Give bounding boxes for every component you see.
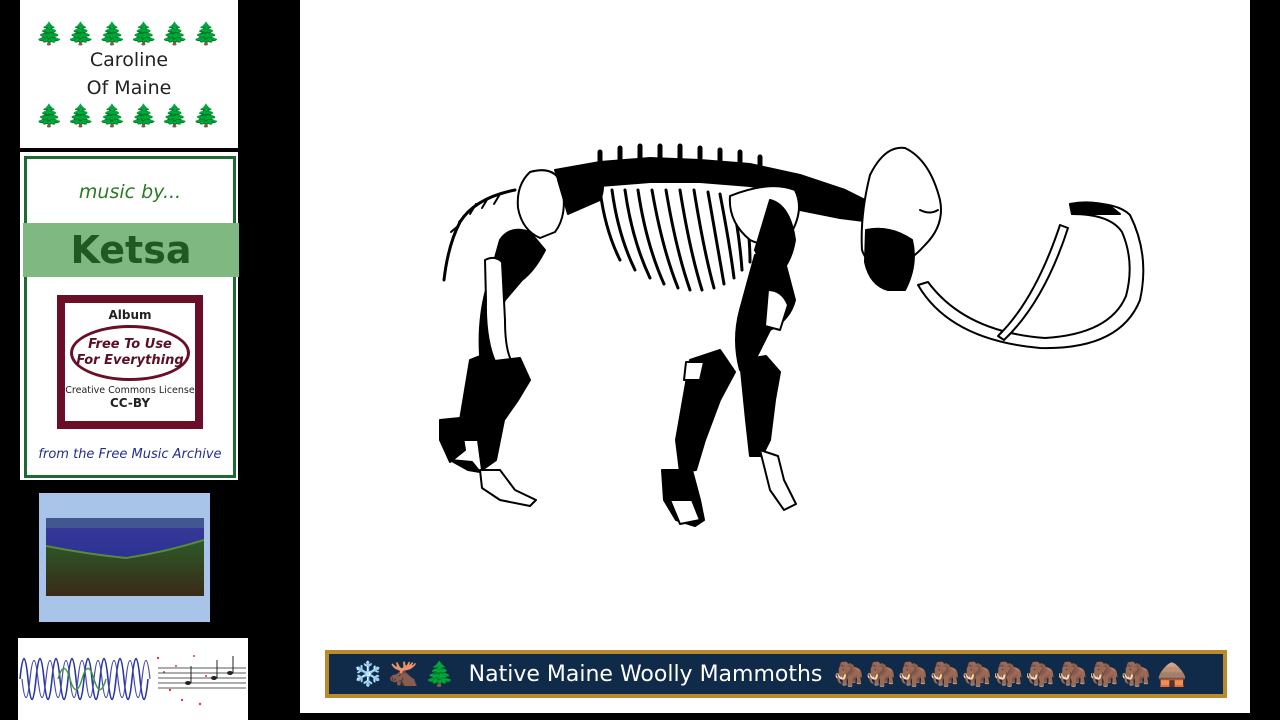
album-inner: Album Free To Use For Everything Creativ… xyxy=(65,303,195,421)
music-credit-card: music by... Ketsa Album Free To Use For … xyxy=(20,152,239,480)
caption-inner: ❄️ 🫎 🌲 Native Maine Woolly Mammoths 🦣 🦣 🦣 🦣… xyxy=(329,654,1223,694)
mammoth-icon: 🦣 xyxy=(1057,660,1088,688)
mammoth-icon: 🦣 xyxy=(961,660,992,688)
album-box: Album Free To Use For Everything Creativ… xyxy=(57,295,203,429)
license-code: CC-BY xyxy=(109,396,151,410)
evergreen-tree-icon: 🌲 xyxy=(98,104,128,129)
artist-band: Ketsa xyxy=(23,223,239,277)
evergreen-tree-icon: 🌲 xyxy=(130,104,160,129)
music-card-frame: music by... Ketsa Album Free To Use For … xyxy=(23,156,239,478)
title-line-1: Caroline xyxy=(89,49,169,71)
mammoth-icon: 🦣 xyxy=(1121,660,1152,688)
evergreen-tree-icon: 🌲 xyxy=(67,104,97,129)
music-by-label: music by... xyxy=(78,181,182,203)
tree-row-bottom: 🌲🌲🌲🌲🌲🌲 xyxy=(20,106,238,128)
mammoth-icon-row: 🦣 🦣 🦣 🦣 🦣 🦣 🦣 🦣 🦣 🦣 xyxy=(834,660,1151,688)
mammoth-icon: 🦣 xyxy=(834,660,865,688)
album-name-line-2: For Everything xyxy=(76,353,184,368)
tree-row-top: 🌲🌲🌲🌲🌲🌲 xyxy=(20,24,238,46)
evergreen-tree-icon: 🌲 xyxy=(35,22,66,47)
mammoth-icon: 🦣 xyxy=(1025,660,1056,688)
evergreen-tree-icon: 🌲 xyxy=(98,22,128,47)
title-card: 🌲🌲🌲🌲🌲🌲 Caroline Of Maine 🌲🌲🌲🌲🌲🌲 xyxy=(20,0,238,148)
evergreen-tree-icon: 🌲 xyxy=(130,22,160,47)
main-image-panel xyxy=(300,0,1250,713)
evergreen-tree-icon: 🌲 xyxy=(161,104,191,129)
hut-icon: 🛖 xyxy=(1157,660,1188,688)
evergreen-tree-icon: 🌲 xyxy=(192,22,223,47)
evergreen-tree-icon: 🌲 xyxy=(192,104,223,129)
caption-left-icons: ❄️ 🫎 🌲 xyxy=(329,662,455,686)
caption-text: Native Maine Woolly Mammoths xyxy=(468,661,823,687)
source-label: from the Free Music Archive xyxy=(38,447,222,462)
caption-bar: ❄️ 🫎 🌲 Native Maine Woolly Mammoths 🦣 🦣 🦣 🦣… xyxy=(325,650,1227,698)
mammoth-icon: 🦣 xyxy=(930,660,960,688)
album-oval: Free To Use For Everything xyxy=(70,325,190,381)
evergreen-tree-icon: 🌲 xyxy=(67,22,97,47)
snowflake-icon: ❄️ xyxy=(353,660,383,688)
album-label: Album xyxy=(108,308,152,322)
title-line-2: Of Maine xyxy=(86,77,172,99)
mammoth-icon: 🦣 xyxy=(866,660,897,688)
license-label: Creative Commons License xyxy=(65,385,195,396)
evergreen-tree-icon: 🌲 xyxy=(35,104,66,129)
mammoth-icon: 🦣 xyxy=(898,660,929,688)
album-name-line-1: Free To Use xyxy=(88,337,172,352)
evergreen-tree-icon: 🌲 xyxy=(424,660,455,688)
moose-icon: 🫎 xyxy=(388,660,419,688)
landscape-thumbnail xyxy=(39,493,210,622)
mammoth-icon: 🦣 xyxy=(993,660,1024,688)
mammoth-icon: 🦣 xyxy=(1089,660,1120,688)
waveform-visual xyxy=(18,638,248,720)
artist-name: Ketsa xyxy=(70,228,192,272)
evergreen-tree-icon: 🌲 xyxy=(161,22,191,47)
landscape-image xyxy=(46,518,204,596)
mammoth-skeleton-illustration xyxy=(439,143,1145,527)
